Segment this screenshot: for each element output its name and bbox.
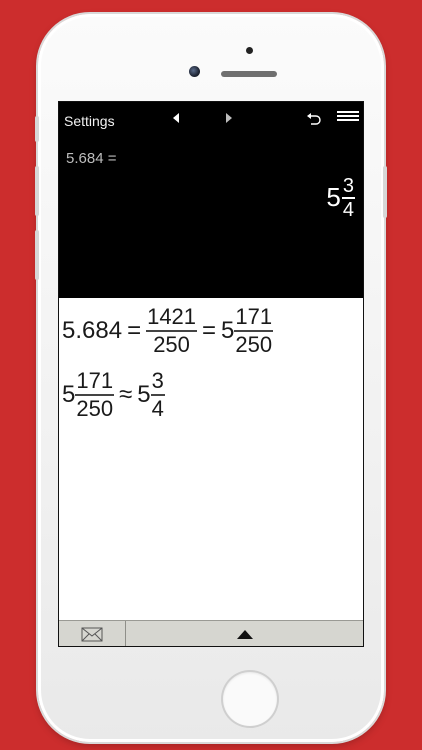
top-bar: Settings — [59, 102, 363, 136]
improper-fraction: 1421 250 — [146, 304, 198, 357]
power-button — [383, 166, 387, 218]
mail-icon — [81, 627, 103, 641]
approx-whole: 5 — [137, 380, 151, 408]
result-denominator: 4 — [342, 198, 354, 221]
work-line-1: 5.684 = 1421 250 = 5 171 250 — [62, 304, 274, 357]
mixed-whole: 5 — [62, 380, 76, 408]
bottom-bar — [59, 620, 363, 646]
mixed-denominator: 250 — [76, 395, 114, 421]
undo-icon[interactable] — [305, 110, 323, 128]
volume-down-button — [35, 230, 39, 280]
display-expression: 5.684 = — [66, 150, 117, 167]
result-whole: 5 — [326, 182, 341, 213]
improper-denominator: 250 — [153, 331, 190, 357]
calculator-display: 5.684 = 5 3 4 — [59, 136, 363, 298]
menu-icon[interactable] — [337, 111, 359, 125]
improper-numerator: 1421 — [147, 304, 197, 329]
back-arrow-icon[interactable] — [168, 110, 184, 126]
mail-button[interactable] — [59, 621, 126, 646]
volume-up-button — [35, 166, 39, 216]
approx-sign: ≈ — [119, 380, 133, 408]
display-result: 5 3 4 — [326, 176, 355, 220]
mixed-whole: 5 — [221, 316, 235, 344]
mixed-fraction: 171 250 — [234, 304, 274, 357]
app-screen: Settings 5.684 = 5 3 4 5.684 = 1421 250 … — [58, 101, 364, 647]
approx-fraction: 3 4 — [150, 368, 165, 421]
front-camera — [189, 66, 200, 77]
home-button[interactable] — [223, 672, 277, 726]
decimal-value: 5.684 — [62, 316, 123, 344]
equals-sign: = — [127, 316, 142, 344]
mixed-numerator: 171 — [76, 368, 114, 393]
forward-arrow-icon[interactable] — [221, 110, 237, 126]
approx-denominator: 4 — [151, 395, 164, 421]
earpiece-speaker — [221, 71, 277, 77]
worksheet-area: 5.684 = 1421 250 = 5 171 250 5 171 250 ≈ — [59, 298, 363, 620]
mixed-denominator: 250 — [235, 331, 273, 357]
expand-keypad-button[interactable] — [126, 621, 363, 646]
mixed-numerator: 171 — [235, 304, 273, 329]
approx-numerator: 3 — [151, 368, 164, 393]
settings-button[interactable]: Settings — [64, 113, 115, 129]
mixed-fraction: 171 250 — [75, 368, 115, 421]
equals-sign: = — [202, 316, 217, 344]
proximity-sensor — [246, 47, 253, 54]
work-line-2: 5 171 250 ≈ 5 3 4 — [62, 370, 165, 420]
mute-switch — [35, 116, 39, 142]
expand-up-icon — [236, 629, 253, 639]
result-fraction: 3 4 — [341, 175, 355, 221]
result-numerator: 3 — [342, 175, 354, 197]
